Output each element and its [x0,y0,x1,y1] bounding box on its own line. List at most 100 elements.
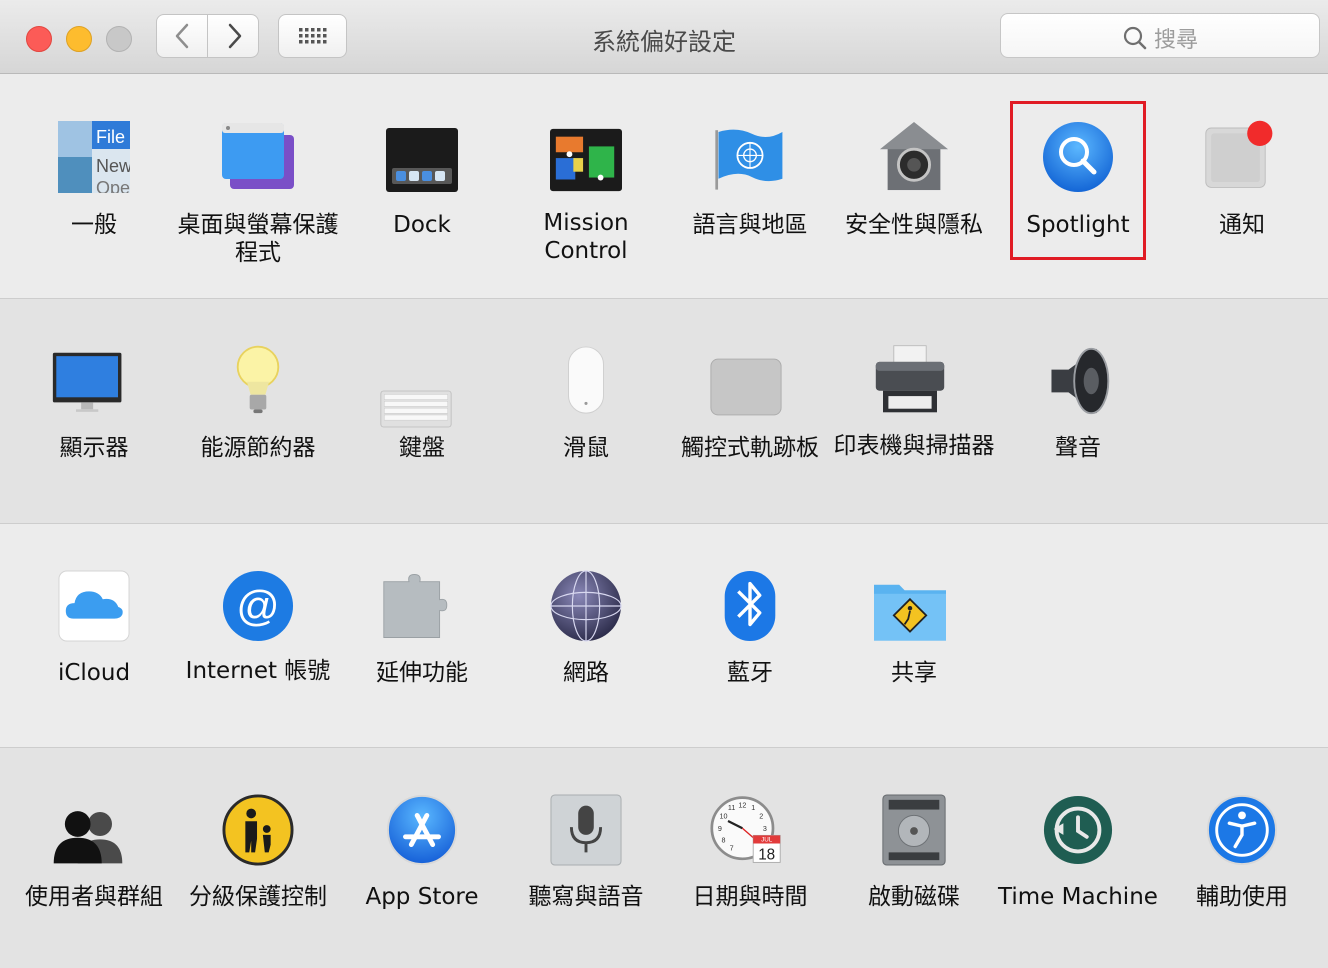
pane-users-groups[interactable]: 使用者與群組 [12,792,176,952]
pane-label: 共享 [891,660,937,686]
clock-7: 7 [730,844,734,853]
svg-text:@: @ [236,583,279,631]
pane-icloud[interactable]: iCloud [12,568,176,728]
pane-label: 能源節約器 [200,435,316,461]
pane-label: 使用者與群組 [25,884,163,910]
spotlight-highlight-box [1010,101,1146,260]
pane-desktop-screensaver[interactable]: 桌面與螢幕保護程式 [176,118,340,278]
dictation-speech-icon [550,794,622,866]
date-time-icon: 12 11 10 9 8 7 1 2 3 JUL 18 [710,796,781,864]
pane-label: 聽寫與語音 [528,884,644,910]
pane-internet-accounts[interactable]: @ Internet 帳號 [176,568,340,728]
search-placeholder: 搜尋 [1153,28,1198,53]
pane-label: 啟動磁碟 [868,884,960,910]
pane-label: 日期與時間 [692,884,808,910]
pane-label: 觸控式軌跡板 [681,435,819,461]
mouse-icon [568,346,604,414]
app-store-icon [386,794,458,866]
clock-11: 11 [728,803,735,812]
clock-12: 12 [738,801,746,810]
startup-disk-icon [882,794,946,866]
pane-trackpad[interactable]: 觸控式軌跡板 [668,343,832,503]
pane-language-region[interactable]: 語言與地區 [668,118,832,278]
printers-scanners-icon [875,345,945,413]
pane-label: Dock [393,212,451,238]
pane-dictation-speech[interactable]: 聽寫與語音 [504,792,668,952]
time-machine-icon [1043,795,1113,865]
pane-bluetooth[interactable]: 藍牙 [668,568,832,728]
extensions-icon [383,574,448,638]
desktop-screensaver-icon [222,123,294,189]
notifications-icon [1205,120,1273,188]
calendar-day: 18 [758,847,775,864]
general-open-text: Ope [96,178,130,193]
pane-printers-scanners[interactable]: 印表機與掃描器 [832,343,996,503]
clock-8: 8 [722,836,726,845]
pane-mission-control[interactable]: Mission Control [504,118,668,278]
mission-control-icon [550,128,622,192]
section-system: 使用者與群組 分級保護控制 App Store 聽寫與語音 12 11 10 9… [0,748,1328,968]
trackpad-icon [710,358,782,416]
pane-mouse[interactable]: 滑鼠 [504,343,668,503]
accessibility-icon [1206,794,1278,866]
section-hardware: 顯示器 能源節約器 鍵盤 滑鼠 觸控式軌跡板 印表機與掃描器 聲音 [0,299,1328,523]
pane-label: iCloud [57,660,131,686]
section-personal: File New Ope 一般 桌面與螢幕保護程式 Dock Mission C… [0,74,1328,298]
clock-10: 10 [720,811,728,820]
pane-label: Internet 帳號 [185,658,331,684]
pane-label: 聲音 [1055,435,1101,461]
pane-label: 一般 [71,212,117,238]
calendar-month: JUL [761,837,773,844]
internet-accounts-icon: @ [222,570,294,642]
clock-3: 3 [763,824,767,833]
pane-label: Time Machine [998,884,1158,910]
pane-notifications[interactable]: 通知 [1160,118,1324,278]
pane-time-machine[interactable]: Time Machine [996,792,1160,952]
pane-displays[interactable]: 顯示器 [12,343,176,503]
sound-icon [1051,347,1110,415]
energy-saver-icon [236,345,280,414]
pane-label: 延伸功能 [376,660,468,686]
pane-general[interactable]: File New Ope 一般 [12,118,176,278]
pane-label: Mission Control [543,210,629,264]
bluetooth-icon [724,570,776,642]
pane-label: 安全性與隱私 [845,212,983,238]
clock-2: 2 [759,811,763,820]
language-region-icon [715,129,783,190]
search-field[interactable]: 搜尋 [1000,13,1320,58]
pane-label: 輔助使用 [1196,884,1288,910]
sharing-icon [874,584,946,641]
pane-dock[interactable]: Dock [340,118,504,278]
pane-label: 通知 [1219,212,1265,238]
pane-energy-saver[interactable]: 能源節約器 [176,343,340,503]
general-icon: File New Ope [58,121,130,193]
pane-date-time[interactable]: 12 11 10 9 8 7 1 2 3 JUL 18 日期與時間 [668,792,832,952]
network-icon [550,570,622,642]
search-icon [1123,26,1147,50]
title-bar: 系統偏好設定 搜尋 [0,0,1328,74]
pane-label: 滑鼠 [563,435,609,461]
pane-label: 語言與地區 [692,212,808,238]
parental-controls-icon [222,794,294,866]
pane-extensions[interactable]: 延伸功能 [340,568,504,728]
dock-icon [386,128,458,192]
general-file-text: File [96,127,125,147]
general-new-text: New [96,156,130,176]
pane-app-store[interactable]: App Store [340,792,504,952]
pane-security-privacy[interactable]: 安全性與隱私 [832,118,996,278]
pane-label: 藍牙 [727,660,773,686]
pane-label: 分級保護控制 [189,884,327,910]
clock-9: 9 [718,824,722,833]
pane-parental-controls[interactable]: 分級保護控制 [176,792,340,952]
pane-keyboard[interactable]: 鍵盤 [340,343,504,503]
pane-accessibility[interactable]: 輔助使用 [1160,792,1324,952]
pane-label: App Store [365,884,479,910]
security-privacy-icon [879,121,949,191]
pane-network[interactable]: 網路 [504,568,668,728]
pane-label: 鍵盤 [399,435,445,461]
pane-label: 顯示器 [59,435,129,461]
pane-sound[interactable]: 聲音 [996,343,1160,503]
pane-label: 印表機與掃描器 [833,433,995,459]
pane-sharing[interactable]: 共享 [832,568,996,728]
pane-startup-disk[interactable]: 啟動磁碟 [832,792,996,952]
